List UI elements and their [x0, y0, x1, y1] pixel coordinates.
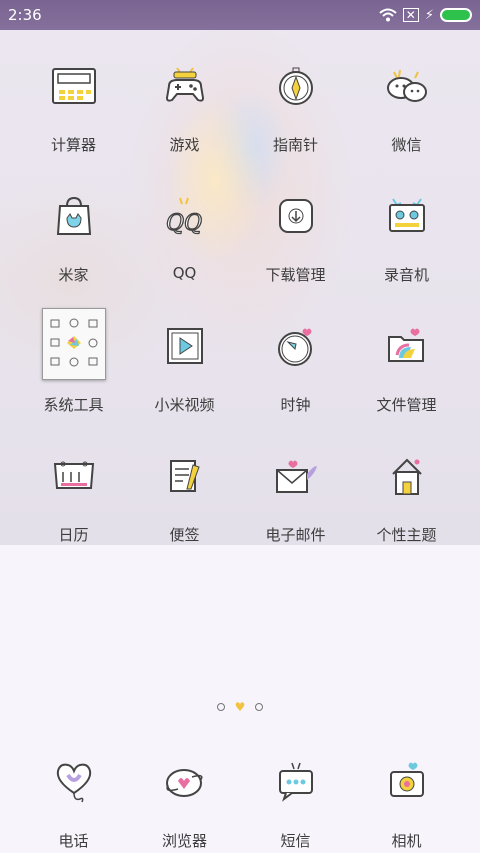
sim-error-icon: ✕	[402, 8, 419, 22]
app-label: 个性主题	[376, 526, 437, 544]
app-games[interactable]: 游戏	[129, 50, 240, 180]
wechat-icon	[376, 55, 438, 117]
calendar-icon	[43, 445, 105, 507]
wifi-icon	[379, 8, 397, 22]
app-label: 便签	[169, 526, 200, 544]
app-label: 时钟	[280, 396, 311, 414]
app-label: 指南针	[272, 136, 318, 154]
app-label: 下载管理	[265, 266, 326, 284]
dock-browser[interactable]: 浏览器	[129, 745, 240, 851]
app-label: 电子邮件	[265, 526, 326, 544]
message-bubble-icon	[265, 750, 327, 812]
mijia-bag-icon	[43, 185, 105, 247]
qq-icon: QQ	[154, 185, 216, 247]
app-clock[interactable]: 时钟	[240, 310, 351, 440]
app-label: 日历	[58, 526, 89, 544]
app-label: 米家	[58, 266, 89, 284]
status-time: 2:36	[8, 6, 42, 24]
app-label: 浏览器	[161, 832, 207, 850]
dock: 电话 浏览器 短信 相机	[18, 745, 462, 851]
battery-icon	[440, 8, 472, 22]
download-icon	[265, 185, 327, 247]
app-downloads[interactable]: 下载管理	[240, 180, 351, 310]
current-page-heart-icon: ♥	[234, 700, 246, 714]
app-compass[interactable]: 指南针	[240, 50, 351, 180]
recorder-icon	[376, 185, 438, 247]
app-email[interactable]: 电子邮件	[240, 440, 351, 570]
app-label: 系统工具	[43, 396, 104, 414]
file-folder-icon	[376, 315, 438, 377]
app-label: 小米视频	[154, 396, 215, 414]
clock-icon	[265, 315, 327, 377]
app-label: QQ	[172, 264, 197, 282]
app-wechat[interactable]: 微信	[351, 50, 462, 180]
browser-icon	[154, 750, 216, 812]
dock-phone[interactable]: 电话	[18, 745, 129, 851]
app-label: 微信	[391, 136, 422, 154]
status-bar: 2:36 ✕ ⚡	[0, 0, 480, 30]
app-label: 电话	[58, 832, 89, 850]
app-notes[interactable]: 便签	[129, 440, 240, 570]
charging-icon: ⚡	[424, 7, 434, 23]
app-label: 相机	[391, 832, 422, 850]
gamepad-icon	[154, 55, 216, 117]
svg-text:QQ: QQ	[166, 211, 202, 236]
app-qq[interactable]: QQ QQ	[129, 180, 240, 310]
heart-phone-icon	[43, 750, 105, 812]
dock-messages[interactable]: 短信	[240, 745, 351, 851]
app-calculator[interactable]: 计算器	[18, 50, 129, 180]
notes-icon	[154, 445, 216, 507]
envelope-icon	[265, 445, 327, 507]
app-mi-video[interactable]: 小米视频	[129, 310, 240, 440]
app-mijia[interactable]: 米家	[18, 180, 129, 310]
app-file-manager[interactable]: 文件管理	[351, 310, 462, 440]
dock-camera[interactable]: 相机	[351, 745, 462, 851]
app-calendar[interactable]: 日历	[18, 440, 129, 570]
folder-icon	[41, 308, 106, 380]
page-indicator[interactable]: ♥	[0, 700, 480, 714]
page-dot[interactable]	[255, 703, 264, 711]
status-icons: ✕ ⚡	[379, 8, 472, 23]
app-label: 录音机	[383, 266, 429, 284]
video-play-icon	[154, 315, 216, 377]
app-label: 游戏	[169, 136, 200, 154]
app-grid: 计算器 游戏 指南针 微信 米家 QQ QQ 下载管理 录音机 系统工具 小米视…	[18, 50, 462, 570]
app-themes[interactable]: 个性主题	[351, 440, 462, 570]
compass-icon	[265, 55, 327, 117]
app-label: 文件管理	[376, 396, 437, 414]
app-recorder[interactable]: 录音机	[351, 180, 462, 310]
app-label: 计算器	[50, 136, 96, 154]
house-theme-icon	[376, 445, 438, 507]
app-system-tools-folder[interactable]: 系统工具	[18, 308, 129, 440]
page-dot[interactable]	[216, 703, 225, 711]
camera-icon	[376, 750, 438, 812]
app-label: 短信	[280, 832, 311, 850]
calculator-icon	[43, 55, 105, 117]
